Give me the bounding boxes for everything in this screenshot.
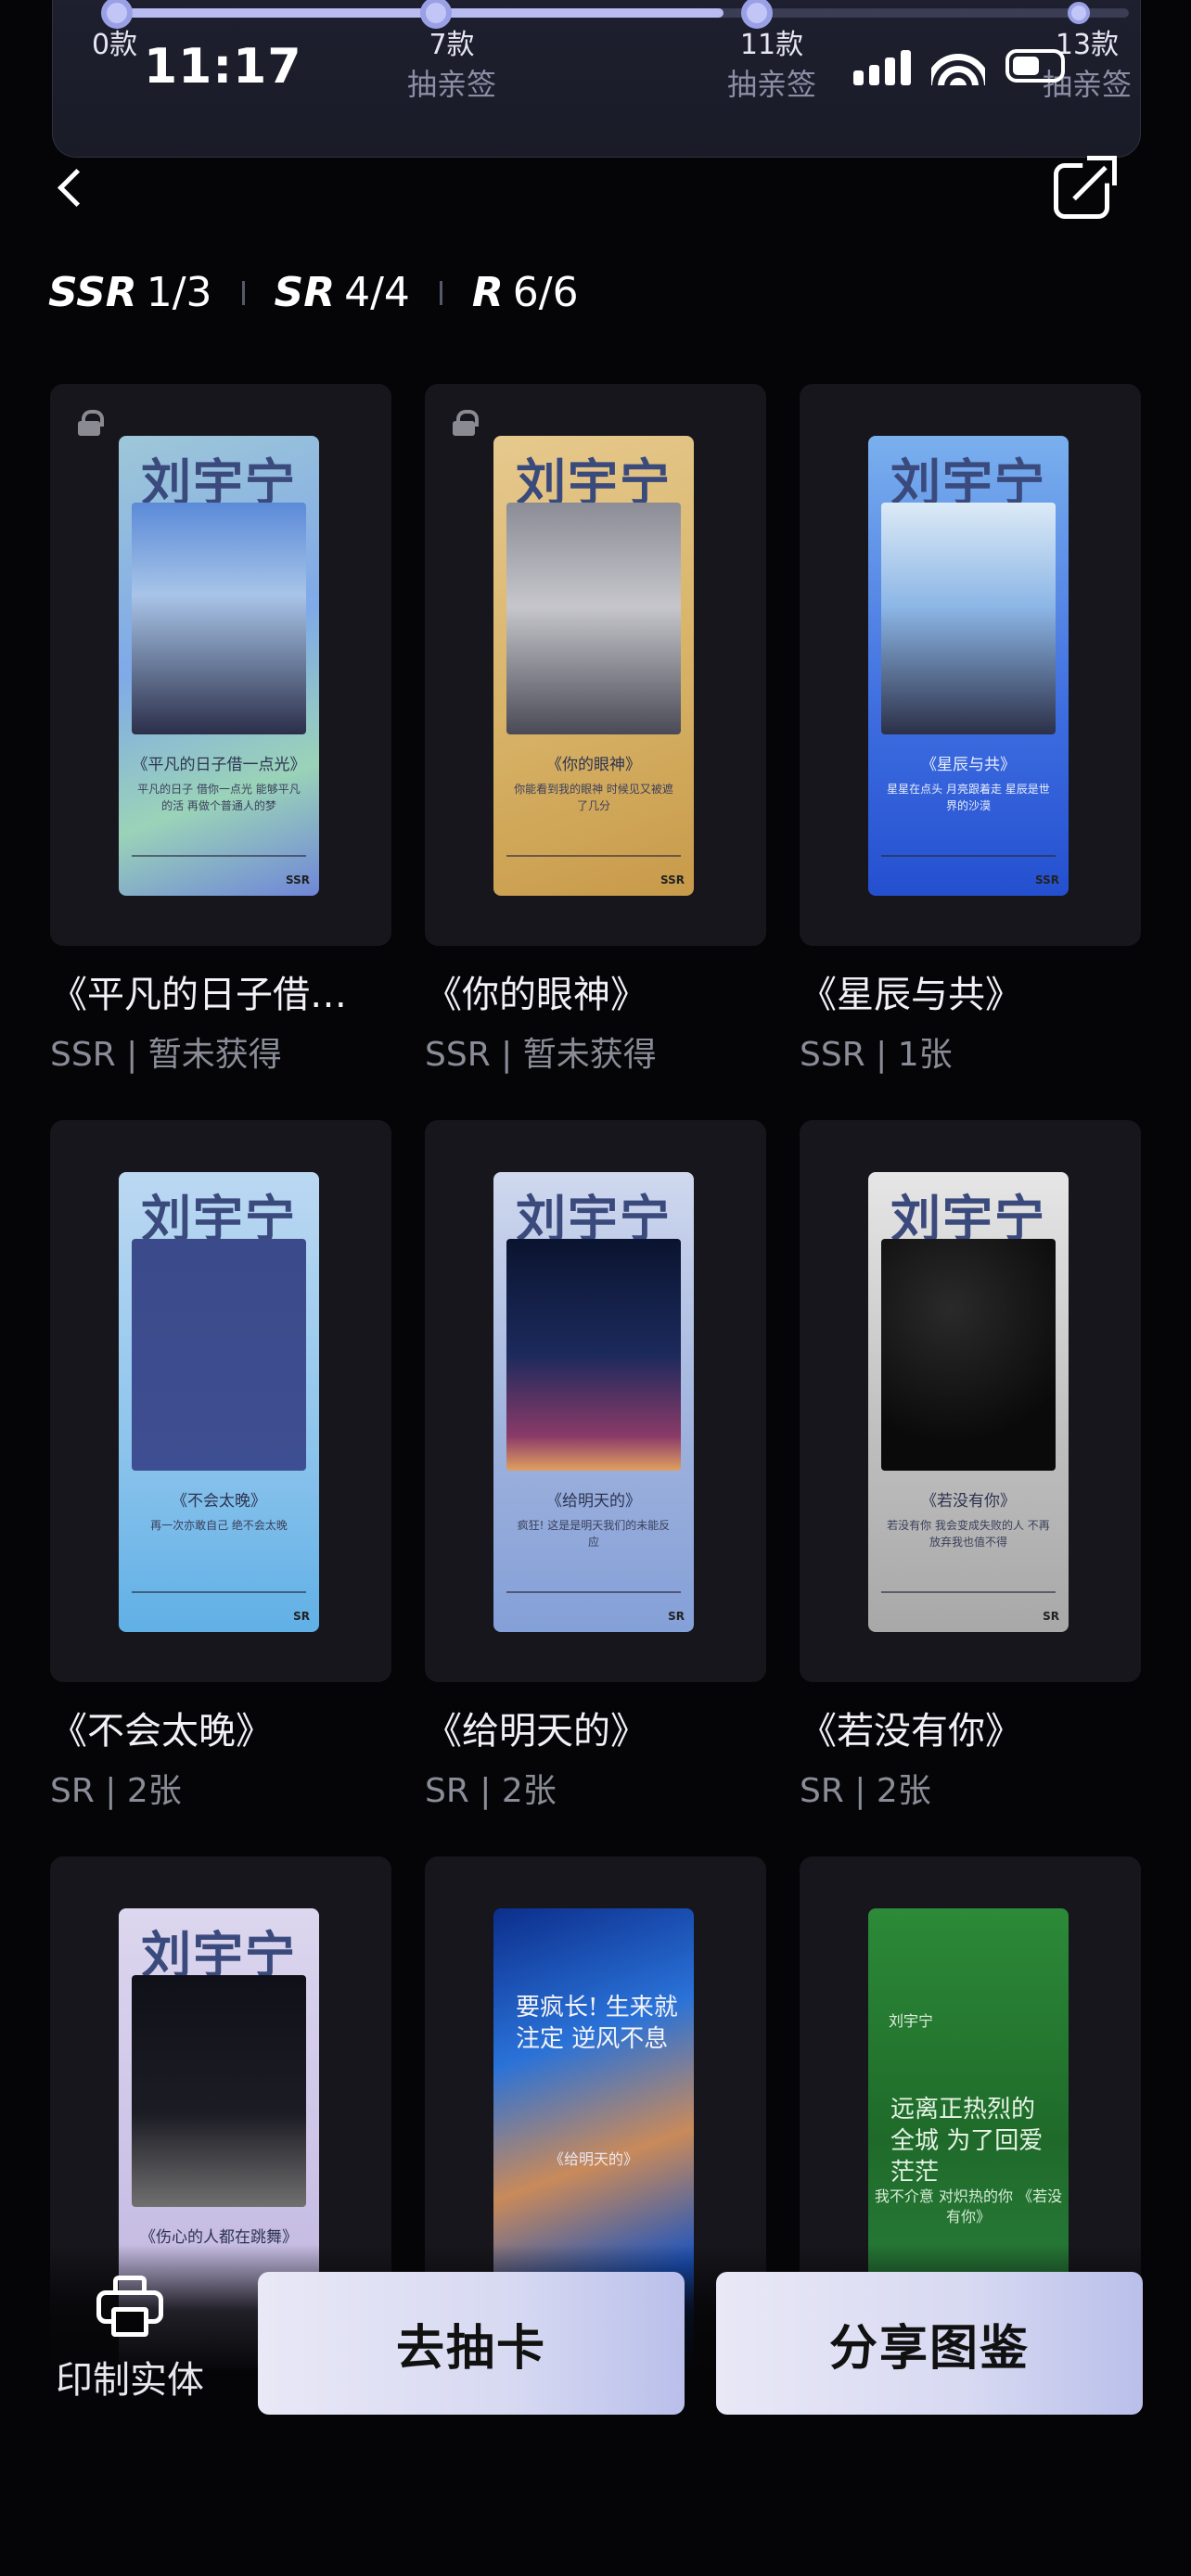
rarity-tier: SSR — [48, 269, 137, 316]
poster-divider — [506, 1591, 681, 1593]
card-item[interactable]: 刘宇宁 《若没有你》 若没有你 我会变成失败的人 不再放弃我也值不得 SR — [800, 1120, 1141, 1682]
card-item[interactable]: 刘宇宁 《不会太晚》 再一次亦敢自己 绝不会太晚 SR — [50, 1120, 391, 1682]
divider — [439, 280, 442, 305]
poster-subtext: 星星在点头 月亮跟着走 星辰是世界的沙漠 — [887, 783, 1050, 812]
card-item[interactable]: 刘宇宁 《平凡的日子借一点光》 平凡的日子 借你一点光 能够平凡的活 再做个普通… — [50, 384, 391, 946]
wifi-icon — [931, 46, 985, 85]
poster-caption: 《你的眼神》 — [546, 756, 641, 774]
poster-tag: SSR — [286, 874, 310, 886]
milestone-count: 7款 — [429, 29, 475, 61]
poster-subtext: 疯狂! 这是是明天我们的未能反应 — [517, 1519, 671, 1549]
rarity-tier: R — [471, 269, 504, 316]
poster-caption: 《星辰与共》 — [921, 756, 1016, 774]
printer-icon — [96, 2276, 163, 2337]
rarity-count: 4/4 — [344, 269, 410, 316]
card-title[interactable]: 《不会太晚》 — [50, 1701, 403, 1754]
card-meta: SSR | 1张 — [800, 1036, 953, 1074]
poster-photo — [881, 1239, 1056, 1471]
milestone-count: 0款 — [92, 29, 138, 61]
poster-subtext: 平凡的日子 借你一点光 能够平凡的活 再做个普通人的梦 — [137, 783, 301, 812]
milestone-dot-1 — [420, 0, 452, 29]
poster-caption: 《给明天的》 — [548, 2150, 638, 2168]
poster-tag: SR — [668, 1610, 685, 1623]
rarity-summary: SSR 1/3 SR 4/4 R 6/6 — [48, 269, 579, 316]
status-time: 11:17 — [144, 39, 302, 95]
poster-caption: 我不介意 对炽热的你 《若没有你》 — [874, 2187, 1063, 2225]
share-collection-button[interactable]: 分享图鉴 — [716, 2272, 1143, 2415]
poster-divider — [881, 855, 1056, 857]
card-poster: 刘宇宁 《不会太晚》 再一次亦敢自己 绝不会太晚 SR — [119, 1172, 319, 1632]
milestone-label: 抽亲签 — [406, 67, 496, 102]
poster-photo — [132, 503, 306, 734]
rarity-sr: SR 4/4 — [275, 269, 410, 316]
poster-subtext: 你能看到我的眼神 时候见又被遮了几分 — [514, 783, 673, 812]
card-meta: SSR | 暂未获得 — [50, 1036, 282, 1074]
milestone-dot-2 — [741, 0, 773, 29]
draw-card-button[interactable]: 去抽卡 — [258, 2272, 685, 2415]
poster-photo — [132, 1239, 306, 1471]
rarity-r: R 6/6 — [472, 269, 579, 316]
milestone-count: 11款 — [739, 29, 804, 61]
card-poster: 刘宇宁 《若没有你》 若没有你 我会变成失败的人 不再放弃我也值不得 SR — [868, 1172, 1069, 1632]
print-label: 印制实体 — [56, 2359, 204, 2402]
share-icon[interactable] — [1054, 156, 1117, 219]
poster-divider — [132, 1591, 306, 1593]
progress-track — [116, 8, 1129, 18]
poster-tag: SR — [1043, 1610, 1059, 1623]
milestone-0: 0款 — [92, 27, 137, 64]
rarity-ssr: SSR 1/3 — [48, 269, 212, 316]
card-poster: 刘宇宁 《平凡的日子借一点光》 平凡的日子 借你一点光 能够平凡的活 再做个普通… — [119, 436, 319, 896]
poster-subtext: 若没有你 我会变成失败的人 不再放弃我也值不得 — [887, 1519, 1050, 1549]
poster-caption: 《平凡的日子借一点光》 — [132, 756, 306, 774]
poster-photo — [506, 1239, 681, 1471]
card-title[interactable]: 《平凡的日子借… — [50, 964, 403, 1018]
milestone-dot-0 — [101, 0, 133, 29]
lock-icon — [453, 410, 479, 436]
poster-photo — [881, 503, 1056, 734]
card-meta: SR | 2张 — [50, 1772, 182, 1810]
back-button[interactable] — [46, 159, 102, 215]
poster-subtext: 再一次亦敢自己 绝不会太晚 — [150, 1519, 288, 1532]
milestone-label: 抽亲签 — [726, 67, 816, 102]
card-title[interactable]: 《你的眼神》 — [425, 964, 777, 1018]
rarity-count: 1/3 — [146, 269, 212, 316]
poster-name: 刘宇宁 — [889, 2012, 934, 2030]
battery-icon — [1005, 49, 1065, 83]
card-item[interactable]: 刘宇宁 《给明天的》 疯狂! 这是是明天我们的未能反应 SR — [425, 1120, 766, 1682]
card-meta: SR | 2张 — [800, 1772, 931, 1810]
poster-headline: 远离正热烈的全城 为了回爱茫茫 — [890, 2096, 1044, 2187]
card-poster: 刘宇宁 《星辰与共》 星星在点头 月亮跟着走 星辰是世界的沙漠 SSR — [868, 436, 1069, 896]
poster-caption: 《不会太晚》 — [172, 1492, 266, 1511]
card-poster: 刘宇宁 《你的眼神》 你能看到我的眼神 时候见又被遮了几分 SSR — [493, 436, 694, 896]
poster-headline: 要疯长! 生来就注定 逆风不息 — [516, 1994, 678, 2053]
poster-divider — [506, 855, 681, 857]
card-item[interactable]: 刘宇宁 《你的眼神》 你能看到我的眼神 时候见又被遮了几分 SSR — [425, 384, 766, 946]
poster-tag: SSR — [1035, 874, 1059, 886]
milestone-2[interactable]: 11款 抽亲签 — [702, 27, 841, 105]
poster-caption: 《给明天的》 — [546, 1492, 641, 1511]
card-title[interactable]: 《星辰与共》 — [800, 964, 1152, 1018]
status-icons — [853, 46, 1065, 85]
poster-divider — [132, 855, 306, 857]
milestone-dot-3 — [1068, 2, 1090, 24]
print-physical-button[interactable]: 印制实体 — [48, 2276, 211, 2404]
cellular-signal-icon — [853, 46, 911, 85]
poster-photo — [132, 1975, 306, 2207]
poster-photo — [506, 503, 681, 734]
card-item[interactable]: 刘宇宁 《星辰与共》 星星在点头 月亮跟着走 星辰是世界的沙漠 SSR — [800, 384, 1141, 946]
card-title[interactable]: 《给明天的》 — [425, 1701, 777, 1754]
card-poster: 刘宇宁 《给明天的》 疯狂! 这是是明天我们的未能反应 SR — [493, 1172, 694, 1632]
poster-tag: SR — [293, 1610, 310, 1623]
milestone-1[interactable]: 7款 抽亲签 — [387, 27, 517, 105]
lock-icon — [78, 410, 104, 436]
poster-caption: 《若没有你》 — [921, 1492, 1016, 1511]
poster-divider — [881, 1591, 1056, 1593]
card-title[interactable]: 《若没有你》 — [800, 1701, 1152, 1754]
rarity-tier: SR — [274, 269, 336, 316]
divider — [241, 280, 245, 305]
card-meta: SR | 2张 — [425, 1772, 557, 1810]
rarity-count: 6/6 — [512, 269, 579, 316]
card-meta: SSR | 暂未获得 — [425, 1036, 657, 1074]
poster-tag: SSR — [660, 874, 685, 886]
